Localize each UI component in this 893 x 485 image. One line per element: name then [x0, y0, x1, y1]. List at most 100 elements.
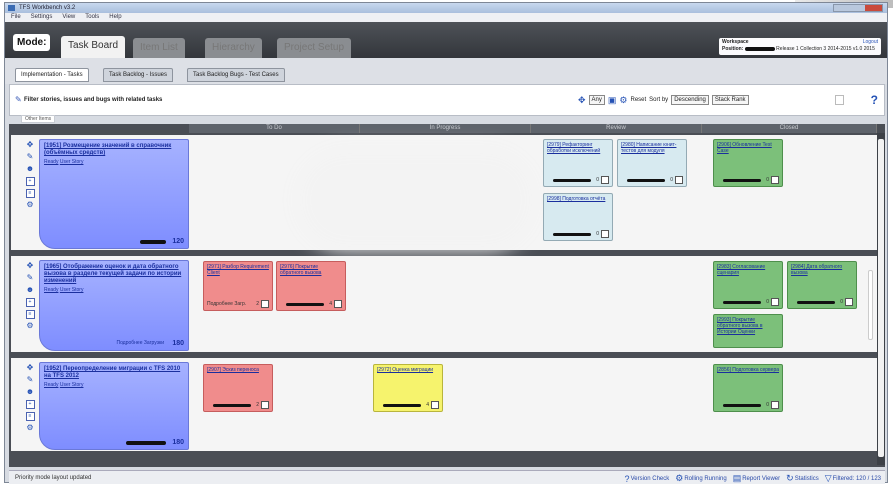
- user-icon[interactable]: ☻: [26, 165, 35, 174]
- tab-item-list[interactable]: Item List: [133, 38, 185, 59]
- task-card[interactable]: [2906] Обновление Test Case 0: [713, 139, 783, 187]
- task-title[interactable]: [2980] Написание юнит-тестов для модуля: [621, 142, 683, 154]
- help-icon[interactable]: ?: [871, 93, 878, 107]
- task-hours: 0: [766, 402, 769, 408]
- board-scrollbar[interactable]: [877, 133, 885, 465]
- task-card[interactable]: [2907] Эскиз переноса 2: [203, 364, 273, 412]
- tab-project-setup[interactable]: Project Setup: [277, 38, 352, 59]
- tab-task-board[interactable]: Task Board: [61, 36, 126, 59]
- list-icon[interactable]: ≡: [25, 189, 35, 198]
- subtab-backlog-issues[interactable]: Task Backlog - Issues: [103, 68, 174, 82]
- settings-icon[interactable]: ⚙: [26, 201, 35, 210]
- reset-icon[interactable]: ⚙: [619, 95, 627, 105]
- task-title[interactable]: [2998] Подготовка отчёта: [547, 196, 609, 202]
- subtab-implementation[interactable]: Implementation - Tasks: [15, 68, 89, 82]
- options-box[interactable]: [835, 95, 844, 105]
- move-icon[interactable]: ✥: [578, 95, 586, 105]
- task-checkbox[interactable]: [771, 176, 779, 184]
- task-title[interactable]: [2984] Дата обратного вызова: [791, 264, 853, 276]
- menu-file[interactable]: File: [11, 14, 21, 21]
- task-card[interactable]: [2980] Написание юнит-тестов для модуля …: [617, 139, 687, 187]
- story-row: ✥ ✎ ☻ + ≡ ⚙ [1951] Розмещение значений в…: [11, 135, 877, 253]
- task-title[interactable]: [2907] Эскиз переноса: [207, 367, 269, 373]
- sort-direction-select[interactable]: Descending: [671, 95, 709, 105]
- user-icon[interactable]: ☻: [26, 388, 35, 397]
- move-icon[interactable]: ✥: [26, 364, 35, 373]
- task-card[interactable]: [2972] Оценка миграции 4: [373, 364, 443, 412]
- task-checkbox[interactable]: [601, 176, 609, 184]
- task-card[interactable]: [2998] Подготовка отчёта 0: [543, 193, 613, 241]
- story-card[interactable]: [1951] Розмещение значений в справочник …: [39, 139, 189, 249]
- task-title[interactable]: [2976] Покрытие обратного вызова: [280, 264, 342, 276]
- list-icon[interactable]: ≡: [25, 310, 35, 319]
- story-state-link[interactable]: User Story: [60, 287, 84, 293]
- task-card[interactable]: [2971] Разбор Requirement Client Подробн…: [203, 261, 273, 311]
- add-task-icon[interactable]: +: [25, 298, 35, 307]
- task-title[interactable]: [2979] Рефакторинг обработки исключений: [547, 142, 609, 154]
- task-title[interactable]: [2993] Покрытие обратного вызова в Истор…: [717, 317, 779, 335]
- reset-label[interactable]: Reset: [630, 97, 646, 103]
- settings-icon[interactable]: ⚙: [26, 322, 35, 331]
- task-checkbox[interactable]: [334, 300, 342, 308]
- task-hours: 2: [256, 402, 259, 408]
- edit-icon[interactable]: ✎: [26, 274, 35, 283]
- task-checkbox[interactable]: [845, 298, 853, 306]
- story-card[interactable]: [1965] Отображение оценок и дата обратно…: [39, 260, 189, 351]
- move-icon[interactable]: ✥: [26, 141, 35, 150]
- window-controls[interactable]: [833, 4, 883, 12]
- task-checkbox[interactable]: [601, 230, 609, 238]
- add-task-icon[interactable]: +: [25, 400, 35, 409]
- task-card[interactable]: [2976] Покрытие обратного вызова 4: [276, 261, 346, 311]
- story-state-link[interactable]: User Story: [60, 159, 84, 165]
- move-icon[interactable]: ✥: [26, 262, 35, 271]
- story-card[interactable]: [1952] Переопределение миграции с TFS 20…: [39, 362, 189, 450]
- story-title[interactable]: [1965] Отображение оценок и дата обратно…: [44, 264, 184, 285]
- task-checkbox[interactable]: [431, 401, 439, 409]
- task-title[interactable]: [2856] Подготовка сервера: [717, 367, 779, 373]
- edit-icon[interactable]: ✎: [26, 376, 35, 385]
- status-actions: ? Version Check ⚙ Rolling Running ▤ Report …: [625, 473, 881, 484]
- report-viewer-button[interactable]: ▤ Report Viewer: [733, 473, 780, 484]
- task-title[interactable]: [2906] Обновление Test Case: [717, 142, 779, 154]
- settings-icon[interactable]: ⚙: [26, 424, 35, 433]
- user-icon[interactable]: ☻: [26, 286, 35, 295]
- menu-view[interactable]: View: [62, 14, 75, 21]
- menu-help[interactable]: Help: [109, 14, 121, 21]
- task-card[interactable]: [2993] Покрытие обратного вызова в Истор…: [713, 314, 783, 348]
- view-select[interactable]: Any: [588, 95, 605, 105]
- filter-count[interactable]: ▽ Filtered: 120 / 123: [825, 473, 881, 484]
- task-title[interactable]: [2972] Оценка миграции: [377, 367, 439, 373]
- task-checkbox[interactable]: [771, 298, 779, 306]
- tab-hierarchy[interactable]: Hierarchy: [205, 38, 262, 59]
- row-scrollbar[interactable]: [868, 270, 873, 340]
- story-title[interactable]: [1951] Розмещение значений в справочник …: [44, 143, 184, 157]
- task-checkbox[interactable]: [261, 401, 269, 409]
- rolling-button[interactable]: ⚙ Rolling Running: [675, 473, 726, 484]
- subtab-backlog-bugs[interactable]: Task Backlog Bugs - Test Cases: [187, 68, 285, 82]
- task-checkbox[interactable]: [261, 300, 269, 308]
- filter-label[interactable]: Filter stories, issues and bugs with rel…: [24, 97, 162, 103]
- add-task-icon[interactable]: +: [25, 177, 35, 186]
- version-check-button[interactable]: ? Version Check: [625, 474, 670, 484]
- task-card[interactable]: [2983] Согласование сценария 0: [713, 261, 783, 309]
- save-icon[interactable]: ▣: [608, 95, 617, 105]
- task-checkbox[interactable]: [771, 401, 779, 409]
- other-items-tab[interactable]: Other Items: [21, 115, 56, 123]
- statistics-button[interactable]: ↻ Statistics: [786, 473, 819, 484]
- story-state-link[interactable]: User Story: [60, 382, 84, 388]
- column-review: Review: [531, 124, 702, 133]
- edit-icon[interactable]: ✎: [26, 153, 35, 162]
- sort-field-select[interactable]: Stack Rank: [711, 95, 749, 105]
- task-card[interactable]: [2856] Подготовка сервера 0: [713, 364, 783, 412]
- story-title[interactable]: [1952] Переопределение миграции с TFS 20…: [44, 366, 184, 380]
- list-icon[interactable]: ≡: [25, 412, 35, 421]
- task-checkbox[interactable]: [675, 176, 683, 184]
- task-title[interactable]: [2971] Разбор Requirement Client: [207, 264, 269, 276]
- task-card[interactable]: [2979] Рефакторинг обработки исключений …: [543, 139, 613, 187]
- menu-tools[interactable]: Tools: [85, 14, 99, 21]
- menu-settings[interactable]: Settings: [31, 14, 53, 21]
- task-card[interactable]: [2984] Дата обратного вызова 0: [787, 261, 857, 309]
- logout-link[interactable]: Logout: [863, 39, 878, 46]
- task-title[interactable]: [2983] Согласование сценария: [717, 264, 779, 276]
- scroll-thumb[interactable]: [878, 139, 884, 457]
